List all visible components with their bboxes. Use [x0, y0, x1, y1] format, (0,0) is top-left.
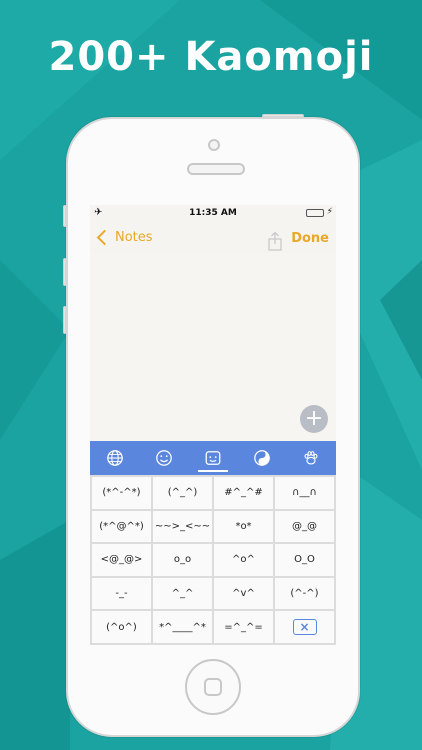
kaomoji-key[interactable]: ∩__∩: [275, 477, 334, 509]
kaomoji-keyboard: (*^-^*) (^_^) #^_^# ∩__∩ (*^@^*) ~~>_<~~…: [90, 475, 336, 645]
home-button[interactable]: [185, 659, 241, 715]
phone-screen: ✈ 11:35 AM ⚡ Notes Done + (*^-^*) (^_^) …: [90, 205, 336, 645]
kaomoji-key[interactable]: (^o^): [92, 611, 151, 643]
delete-key[interactable]: ×: [275, 611, 334, 643]
front-camera: [208, 139, 220, 151]
kaomoji-key[interactable]: ^_^: [153, 577, 212, 610]
kaomoji-key[interactable]: (^_^): [153, 477, 212, 509]
note-text-area[interactable]: [90, 253, 336, 441]
headline: 200+ Kaomoji: [48, 34, 374, 80]
smiley-icon: [155, 450, 172, 466]
tab-kaomoji[interactable]: [188, 441, 237, 475]
home-button-square: [204, 678, 222, 696]
kaomoji-key[interactable]: =^_^=: [214, 611, 273, 643]
yin-yang-icon: [254, 450, 271, 466]
kaomoji-key[interactable]: ~~>_<~~: [153, 510, 212, 543]
kaomoji-key[interactable]: #^_^#: [214, 477, 273, 509]
kaomoji-key[interactable]: @_@: [275, 510, 334, 543]
kaomoji-face-icon: [205, 451, 221, 465]
kaomoji-key[interactable]: *o*: [214, 510, 273, 543]
back-button-label: Notes: [115, 230, 153, 245]
tab-symbols[interactable]: [238, 441, 287, 475]
backspace-icon: ×: [292, 619, 317, 636]
add-button[interactable]: +: [300, 405, 328, 433]
tab-animals[interactable]: [287, 441, 336, 475]
kaomoji-key[interactable]: (*^@^*): [92, 510, 151, 543]
kaomoji-key[interactable]: O_O: [275, 544, 334, 576]
kaomoji-key[interactable]: (^-^): [275, 577, 334, 610]
kaomoji-key[interactable]: ^o^: [214, 544, 273, 576]
status-time: 11:35 AM: [189, 208, 237, 218]
kaomoji-key[interactable]: <@_@>: [92, 544, 151, 576]
kaomoji-key[interactable]: ^v^: [214, 577, 273, 610]
share-icon[interactable]: [265, 231, 285, 251]
status-bar: ✈ 11:35 AM ⚡: [90, 205, 336, 222]
tab-globe[interactable]: [90, 441, 139, 475]
kaomoji-key[interactable]: o_o: [153, 544, 212, 576]
done-button[interactable]: Done: [291, 231, 329, 246]
kaomoji-key[interactable]: (*^-^*): [92, 477, 151, 509]
notes-nav-bar: Notes Done: [90, 225, 336, 253]
earpiece-speaker: [187, 163, 245, 175]
globe-icon: [106, 450, 123, 466]
kaomoji-key[interactable]: *^____^*: [153, 611, 212, 643]
tab-emoji[interactable]: [139, 441, 188, 475]
kaomoji-key[interactable]: -_-: [92, 577, 151, 610]
charging-icon: ⚡: [326, 207, 333, 217]
back-button[interactable]: Notes: [95, 229, 153, 246]
chevron-left-icon: [96, 229, 113, 246]
paw-icon: [304, 451, 318, 465]
keyboard-category-bar: [90, 441, 336, 475]
battery-icon: [306, 209, 324, 217]
